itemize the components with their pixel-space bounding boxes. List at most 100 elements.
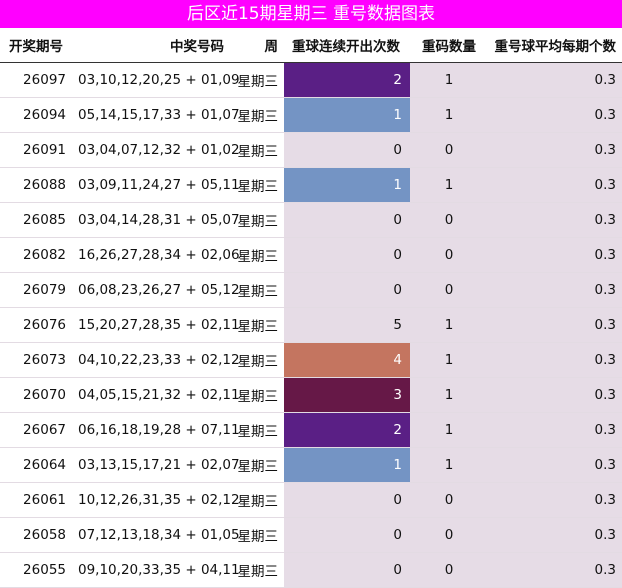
cell-repeat-count: 0 — [410, 272, 488, 308]
table-row: 26085 03,04,14,28,31 + 05,07 星期三 0 0 0.3 — [0, 202, 622, 238]
cell-issue: 26055 — [0, 552, 72, 588]
cell-numbers: 04,10,22,23,33 + 02,12 — [72, 342, 240, 378]
cell-issue: 26097 — [0, 62, 72, 98]
cell-repeat-count: 1 — [410, 62, 488, 98]
table-row: 26064 03,13,15,17,21 + 02,07 星期三 1 1 0.3 — [0, 447, 622, 483]
cell-streak: 5 — [284, 307, 410, 343]
cell-weekday: 星期三 — [230, 62, 284, 98]
cell-repeat-count: 1 — [410, 342, 488, 378]
cell-numbers: 04,05,15,21,32 + 02,11 — [72, 377, 240, 413]
cell-numbers: 10,12,26,31,35 + 02,12 — [72, 482, 240, 518]
cell-weekday: 星期三 — [230, 307, 284, 343]
cell-numbers: 03,13,15,17,21 + 02,07 — [72, 447, 240, 483]
cell-streak: 1 — [284, 97, 410, 133]
cell-weekday: 星期三 — [230, 132, 284, 168]
cell-repeat-count: 0 — [410, 202, 488, 238]
cell-weekday: 星期三 — [230, 342, 284, 378]
cell-repeat-count: 1 — [410, 167, 488, 203]
cell-issue: 26088 — [0, 167, 72, 203]
cell-numbers: 03,09,11,24,27 + 05,11 — [72, 167, 240, 203]
cell-issue: 26082 — [0, 237, 72, 273]
cell-average: 0.3 — [488, 132, 622, 168]
table-row: 26088 03,09,11,24,27 + 05,11 星期三 1 1 0.3 — [0, 167, 622, 203]
cell-weekday: 星期三 — [230, 167, 284, 203]
cell-average: 0.3 — [488, 202, 622, 238]
cell-issue: 26058 — [0, 517, 72, 553]
cell-average: 0.3 — [488, 307, 622, 343]
cell-streak: 3 — [284, 377, 410, 413]
cell-issue: 26076 — [0, 307, 72, 343]
cell-weekday: 星期三 — [230, 237, 284, 273]
cell-numbers: 16,26,27,28,34 + 02,06 — [72, 237, 240, 273]
cell-repeat-count: 0 — [410, 237, 488, 273]
cell-issue: 26070 — [0, 377, 72, 413]
cell-streak: 0 — [284, 552, 410, 588]
cell-weekday: 星期三 — [230, 377, 284, 413]
cell-weekday: 星期三 — [230, 482, 284, 518]
cell-average: 0.3 — [488, 62, 622, 98]
page-title: 后区近15期星期三 重号数据图表 — [0, 0, 622, 28]
table-row: 26079 06,08,23,26,27 + 05,12 星期三 0 0 0.3 — [0, 272, 622, 308]
header-numbers: 中奖号码 — [72, 28, 230, 63]
cell-streak: 0 — [284, 517, 410, 553]
cell-numbers: 15,20,27,28,35 + 02,11 — [72, 307, 240, 343]
table-body: 26097 03,10,12,20,25 + 01,09 星期三 2 1 0.3 26094… — [0, 62, 622, 588]
header-streak: 重球连续开出次数 — [284, 28, 410, 63]
cell-repeat-count: 1 — [410, 377, 488, 413]
cell-repeat-count: 1 — [410, 412, 488, 448]
cell-issue: 26091 — [0, 132, 72, 168]
cell-repeat-count: 1 — [410, 447, 488, 483]
cell-average: 0.3 — [488, 412, 622, 448]
cell-average: 0.3 — [488, 377, 622, 413]
cell-average: 0.3 — [488, 237, 622, 273]
cell-average: 0.3 — [488, 517, 622, 553]
cell-issue: 26085 — [0, 202, 72, 238]
header-repeat-count: 重码数量 — [410, 28, 488, 63]
cell-weekday: 星期三 — [230, 447, 284, 483]
header-average: 重号球平均每期个数 — [488, 28, 622, 63]
table-row: 26073 04,10,22,23,33 + 02,12 星期三 4 1 0.3 — [0, 342, 622, 378]
table-row: 26058 07,12,13,18,34 + 01,05 星期三 0 0 0.3 — [0, 517, 622, 553]
cell-weekday: 星期三 — [230, 412, 284, 448]
cell-numbers: 06,08,23,26,27 + 05,12 — [72, 272, 240, 308]
cell-weekday: 星期三 — [230, 552, 284, 588]
cell-repeat-count: 0 — [410, 132, 488, 168]
cell-streak: 2 — [284, 62, 410, 98]
cell-numbers: 03,04,07,12,32 + 01,02 — [72, 132, 240, 168]
cell-repeat-count: 0 — [410, 482, 488, 518]
header-issue: 开奖期号 — [0, 28, 72, 63]
table-header-row: 开奖期号 中奖号码 周 重球连续开出次数 重码数量 重号球平均每期个数 — [0, 28, 622, 63]
table-row: 26082 16,26,27,28,34 + 02,06 星期三 0 0 0.3 — [0, 237, 622, 273]
cell-repeat-count: 1 — [410, 97, 488, 133]
cell-issue: 26064 — [0, 447, 72, 483]
cell-streak: 0 — [284, 237, 410, 273]
table-row: 26067 06,16,18,19,28 + 07,11 星期三 2 1 0.3 — [0, 412, 622, 448]
table-row: 26076 15,20,27,28,35 + 02,11 星期三 5 1 0.3 — [0, 307, 622, 343]
cell-issue: 26061 — [0, 482, 72, 518]
cell-streak: 1 — [284, 447, 410, 483]
cell-average: 0.3 — [488, 167, 622, 203]
table-row: 26055 09,10,20,33,35 + 04,11 星期三 0 0 0.3 — [0, 552, 622, 588]
cell-average: 0.3 — [488, 552, 622, 588]
cell-streak: 0 — [284, 272, 410, 308]
cell-weekday: 星期三 — [230, 202, 284, 238]
cell-numbers: 06,16,18,19,28 + 07,11 — [72, 412, 240, 448]
data-table: 开奖期号 中奖号码 周 重球连续开出次数 重码数量 重号球平均每期个数 2609… — [0, 28, 622, 588]
cell-streak: 0 — [284, 482, 410, 518]
cell-repeat-count: 1 — [410, 307, 488, 343]
cell-streak: 1 — [284, 167, 410, 203]
cell-repeat-count: 0 — [410, 517, 488, 553]
table-row: 26061 10,12,26,31,35 + 02,12 星期三 0 0 0.3 — [0, 482, 622, 518]
cell-numbers: 05,14,15,17,33 + 01,07 — [72, 97, 240, 133]
cell-weekday: 星期三 — [230, 97, 284, 133]
cell-issue: 26079 — [0, 272, 72, 308]
table-row: 26091 03,04,07,12,32 + 01,02 星期三 0 0 0.3 — [0, 132, 622, 168]
cell-average: 0.3 — [488, 482, 622, 518]
cell-average: 0.3 — [488, 342, 622, 378]
cell-numbers: 03,04,14,28,31 + 05,07 — [72, 202, 240, 238]
cell-streak: 0 — [284, 132, 410, 168]
header-weekday: 周 — [230, 28, 284, 63]
cell-weekday: 星期三 — [230, 517, 284, 553]
cell-weekday: 星期三 — [230, 272, 284, 308]
cell-issue: 26073 — [0, 342, 72, 378]
